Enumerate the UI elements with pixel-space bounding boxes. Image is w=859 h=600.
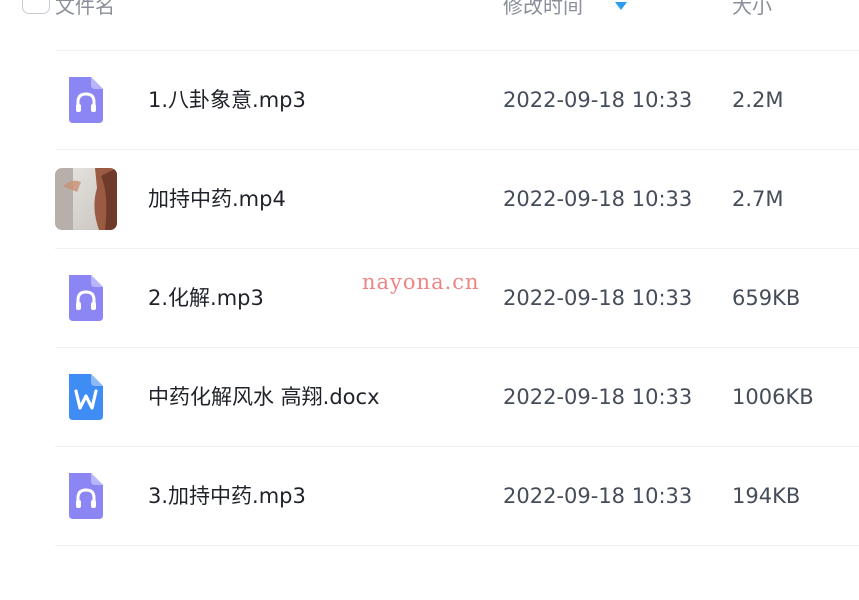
file-name[interactable]: 加持中药.mp4 (148, 185, 286, 213)
file-name[interactable]: 1.八卦象意.mp3 (148, 86, 306, 114)
file-name[interactable]: 2.化解.mp3 (148, 284, 264, 312)
file-size: 1006KB (732, 385, 814, 409)
column-header-modified[interactable]: 修改时间 (503, 0, 583, 19)
sort-desc-icon[interactable] (614, 0, 628, 12)
file-row[interactable]: 中药化解风水 高翔.docx 2022-09-18 10:33 1006KB (0, 347, 859, 446)
column-header-size[interactable]: 大小 (732, 0, 772, 19)
file-size: 2.2M (732, 88, 784, 112)
audio-file-icon (55, 267, 117, 329)
file-modified-time: 2022-09-18 10:33 (503, 187, 693, 211)
audio-file-icon (55, 465, 117, 527)
file-modified-time: 2022-09-18 10:33 (503, 385, 693, 409)
file-size: 194KB (732, 484, 801, 508)
file-list-header: 文件名 修改时间 大小 (0, 0, 859, 26)
file-modified-time: 2022-09-18 10:33 (503, 484, 693, 508)
file-modified-time: 2022-09-18 10:33 (503, 286, 693, 310)
word-file-icon (55, 366, 117, 428)
audio-file-icon (55, 69, 117, 131)
watermark-text: nayona.cn (362, 270, 480, 294)
select-all-checkbox[interactable] (22, 0, 50, 14)
file-row[interactable]: 加持中药.mp4 2022-09-18 10:33 2.7M (0, 149, 859, 248)
file-row[interactable]: 3.加持中药.mp3 2022-09-18 10:33 194KB (0, 446, 859, 545)
divider (55, 545, 859, 546)
file-size: 2.7M (732, 187, 784, 211)
video-thumbnail (55, 168, 117, 230)
file-size: 659KB (732, 286, 801, 310)
file-name[interactable]: 3.加持中药.mp3 (148, 482, 306, 510)
file-list-page: 文件名 修改时间 大小 1.八卦象意.mp3 2022-09-18 10:33 … (0, 0, 859, 600)
file-row[interactable]: 2.化解.mp3 2022-09-18 10:33 659KB (0, 248, 859, 347)
file-row[interactable]: 1.八卦象意.mp3 2022-09-18 10:33 2.2M (0, 50, 859, 149)
column-header-name[interactable]: 文件名 (55, 0, 115, 19)
file-name[interactable]: 中药化解风水 高翔.docx (148, 383, 380, 411)
file-modified-time: 2022-09-18 10:33 (503, 88, 693, 112)
